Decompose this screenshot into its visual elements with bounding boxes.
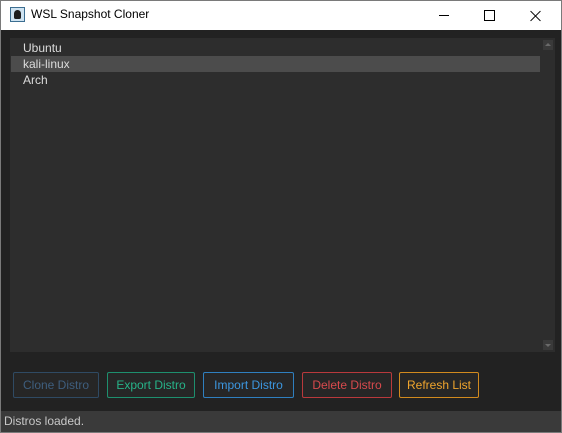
delete-distro-button[interactable]: Delete Distro: [302, 372, 392, 398]
list-item[interactable]: Ubuntu: [11, 40, 540, 56]
minimize-icon: [438, 15, 449, 16]
list-item[interactable]: Arch: [11, 72, 540, 88]
close-icon: [530, 10, 542, 22]
window-title: WSL Snapshot Cloner: [31, 7, 150, 21]
maximize-icon: [484, 10, 495, 21]
scroll-up-arrow[interactable]: [543, 40, 553, 50]
scroll-down-arrow[interactable]: [543, 340, 553, 350]
clone-distro-button[interactable]: Clone Distro: [13, 372, 99, 398]
refresh-list-button[interactable]: Refresh List: [399, 372, 479, 398]
maximize-button[interactable]: [467, 1, 512, 30]
minimize-button[interactable]: [421, 1, 466, 30]
title-bar[interactable]: WSL Snapshot Cloner: [1, 1, 561, 30]
close-button[interactable]: [513, 1, 558, 30]
penguin-icon: [10, 7, 25, 22]
status-bar: Distros loaded.: [1, 411, 561, 432]
distro-list[interactable]: Ubuntu kali-linux Arch: [10, 38, 555, 352]
import-distro-button[interactable]: Import Distro: [203, 372, 294, 398]
status-text: Distros loaded.: [4, 414, 85, 428]
list-item-selected[interactable]: kali-linux: [11, 56, 540, 72]
app-window: WSL Snapshot Cloner Ubuntu kali-linux Ar…: [0, 0, 562, 433]
export-distro-button[interactable]: Export Distro: [107, 372, 195, 398]
